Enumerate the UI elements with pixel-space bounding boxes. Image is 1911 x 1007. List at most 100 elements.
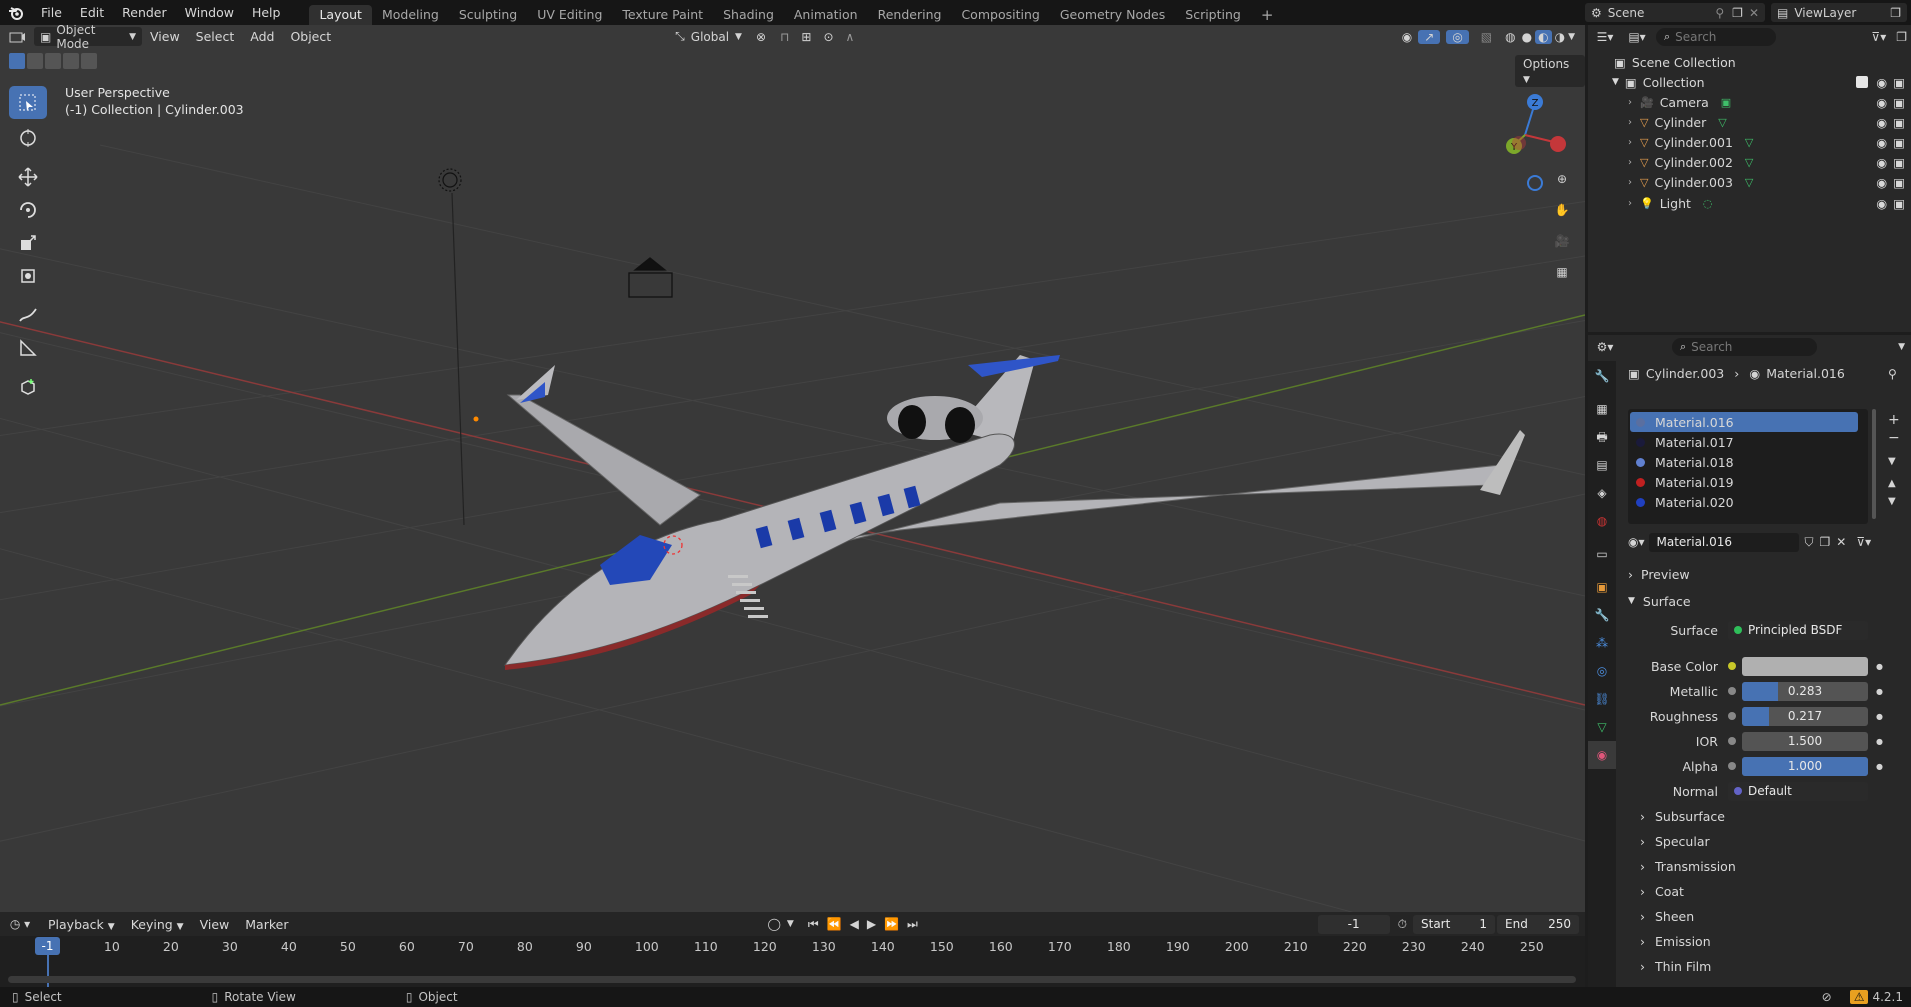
tab-uv-editing[interactable]: UV Editing xyxy=(527,5,612,25)
scene-collection-row[interactable]: ▣ Scene Collection xyxy=(1588,52,1911,72)
falloff-icon[interactable]: ∧ xyxy=(840,30,861,44)
menu-help[interactable]: Help xyxy=(243,0,290,25)
unlink-material-icon[interactable]: ✕ xyxy=(1836,535,1846,549)
material-slot-5[interactable]: Material.020 xyxy=(1630,492,1858,512)
mesh-data-icon[interactable]: ▽ xyxy=(1718,116,1726,129)
menu-edit[interactable]: Edit xyxy=(71,0,113,25)
eye-icon[interactable]: ◉ xyxy=(1876,135,1887,150)
outliner-item-camera[interactable]: › 🎥 Camera ▣ ◉ ▣ xyxy=(1588,92,1911,112)
menu-render[interactable]: Render xyxy=(113,0,176,25)
light-data-icon[interactable]: ◌ xyxy=(1703,197,1713,210)
expand-chevron-icon[interactable]: › xyxy=(1628,137,1632,148)
keyframe-dot-icon[interactable]: ● xyxy=(1876,662,1883,671)
add-slot-icon[interactable]: + xyxy=(1888,411,1900,429)
tab-rendering[interactable]: Rendering xyxy=(868,5,952,25)
new-view-layer-icon[interactable]: ❐ xyxy=(1890,6,1901,20)
render-camera-icon[interactable]: ▣ xyxy=(1893,155,1905,170)
rotate-tool[interactable] xyxy=(9,193,47,226)
filter-icon[interactable]: ⊽▾ xyxy=(1865,30,1892,44)
socket-dot-icon[interactable] xyxy=(1728,662,1736,670)
keyframe-dot-icon[interactable]: ● xyxy=(1876,762,1883,771)
view-layer-tab-icon[interactable]: ▤ xyxy=(1588,451,1616,479)
pan-hand-icon[interactable]: ✋ xyxy=(1548,196,1576,224)
add-workspace-icon[interactable]: + xyxy=(1251,5,1284,25)
chevron-down-icon[interactable]: ▼ xyxy=(1568,32,1575,42)
slot-list-scrollbar[interactable] xyxy=(1872,409,1876,519)
material-slot-4[interactable]: Material.019 xyxy=(1630,472,1858,492)
3d-viewport[interactable]: ▣ Object Mode ▼ View Select Add Object ⤡… xyxy=(0,25,1585,912)
timeline-scrollbar[interactable] xyxy=(8,976,1576,983)
outliner-item-cylinder-001[interactable]: › ▽ Cylinder.001 ▽ ◉ ▣ xyxy=(1588,132,1911,152)
wireframe-shading-icon[interactable]: ◍ xyxy=(1502,30,1518,44)
constraints-tab-icon[interactable]: ⛓ xyxy=(1588,685,1616,713)
render-camera-icon[interactable]: ▣ xyxy=(1893,115,1905,130)
surface-shader-field[interactable]: Principled BSDF xyxy=(1728,620,1868,640)
output-tab-icon[interactable]: 🖶 xyxy=(1588,423,1616,451)
ior-field[interactable]: 1.500 xyxy=(1742,731,1868,751)
outliner-item-light[interactable]: › 💡 Light ◌ ◉ ▣ xyxy=(1588,193,1911,213)
base-color-swatch[interactable] xyxy=(1742,656,1868,676)
mesh-data-icon[interactable]: ▽ xyxy=(1745,136,1753,149)
tab-shading[interactable]: Shading xyxy=(713,5,784,25)
tab-sculpting[interactable]: Sculpting xyxy=(449,5,527,25)
camera-view-icon[interactable]: 🎥 xyxy=(1548,227,1576,255)
eye-icon[interactable]: ◉ xyxy=(1876,196,1887,211)
tab-animation[interactable]: Animation xyxy=(784,5,868,25)
material-name-field[interactable]: Material.016 xyxy=(1648,532,1799,552)
rendered-shading-icon[interactable]: ◑ xyxy=(1552,30,1568,44)
select-extend-icon[interactable] xyxy=(27,53,43,69)
eye-icon[interactable]: ◉ xyxy=(1876,115,1887,130)
display-mode-icon[interactable]: ▤▾ xyxy=(1622,30,1652,44)
fake-user-icon[interactable]: ⛉ xyxy=(1805,535,1814,550)
transform-orientation[interactable]: ⤡ Global ▼ xyxy=(669,29,748,44)
expand-chevron-icon[interactable]: › xyxy=(1628,177,1632,188)
slot-specials-icon[interactable]: ▼ xyxy=(1888,453,1900,471)
select-subtract-icon[interactable] xyxy=(45,53,61,69)
mode-selector[interactable]: ▣ Object Mode ▼ xyxy=(34,25,142,51)
add-cube-tool[interactable] xyxy=(9,370,47,403)
metallic-slider[interactable]: 0.283 xyxy=(1742,681,1868,701)
options-dropdown[interactable]: Options ▼ xyxy=(1515,55,1585,87)
playhead[interactable]: -1 xyxy=(35,937,60,955)
move-up-icon[interactable]: ▲ xyxy=(1888,475,1900,493)
subpanel-coat[interactable]: › Coat xyxy=(1640,880,1911,902)
render-tab-icon[interactable]: ▦ xyxy=(1588,395,1616,423)
alpha-slider[interactable]: 1.000 xyxy=(1742,756,1868,776)
scene-tab-icon[interactable]: ◈ xyxy=(1588,479,1616,507)
expand-chevron-icon[interactable]: › xyxy=(1628,157,1632,168)
close-icon[interactable]: ✕ xyxy=(1749,6,1759,20)
properties-search-field[interactable]: ⌕ Search xyxy=(1672,338,1817,356)
preview-panel-header[interactable]: › Preview xyxy=(1628,563,1911,585)
world-tab-icon[interactable]: ◍ xyxy=(1588,507,1616,535)
tab-texture-paint[interactable]: Texture Paint xyxy=(612,5,713,25)
menu-file[interactable]: File xyxy=(32,0,71,25)
outliner-editor-icon[interactable]: ☰▾ xyxy=(1588,30,1622,44)
select-new-icon[interactable] xyxy=(9,53,25,69)
mesh-data-icon[interactable]: ▽ xyxy=(1745,176,1753,189)
snap-target-icon[interactable]: ⊞ xyxy=(795,30,817,44)
perspective-grid-icon[interactable]: ▦ xyxy=(1548,258,1576,286)
modifier-tab-icon[interactable]: 🔧 xyxy=(1588,601,1616,629)
duplicate-material-icon[interactable]: ❐ xyxy=(1820,535,1831,549)
new-scene-icon[interactable]: ❐ xyxy=(1732,6,1743,20)
xray-icon[interactable]: ▧ xyxy=(1475,30,1498,44)
mesh-data-icon[interactable]: ▽ xyxy=(1745,156,1753,169)
move-down-icon[interactable]: ▼ xyxy=(1888,493,1900,511)
subpanel-emission[interactable]: › Emission xyxy=(1640,930,1911,952)
visibility-icon[interactable]: ◉ xyxy=(1396,30,1418,44)
menu-view[interactable]: View xyxy=(142,29,188,44)
pin-icon[interactable]: ⚲ xyxy=(1888,367,1897,381)
chevron-down-icon[interactable]: ▼ xyxy=(1892,342,1911,352)
material-slot-3[interactable]: Material.018 xyxy=(1630,452,1858,472)
expand-chevron-icon[interactable]: › xyxy=(1628,117,1632,128)
gizmo-icon[interactable]: ↗ xyxy=(1418,29,1441,44)
move-tool[interactable] xyxy=(9,160,47,193)
select-invert-icon[interactable] xyxy=(63,53,79,69)
expand-chevron-icon[interactable]: ▼ xyxy=(1612,77,1619,87)
eye-icon[interactable]: ◉ xyxy=(1876,95,1887,110)
outliner-item-cylinder[interactable]: › ▽ Cylinder ▽ ◉ ▣ xyxy=(1588,112,1911,132)
socket-dot-icon[interactable] xyxy=(1728,712,1736,720)
measure-tool[interactable] xyxy=(9,331,47,364)
tab-layout[interactable]: Layout xyxy=(309,5,372,25)
expand-chevron-icon[interactable]: › xyxy=(1628,198,1632,209)
